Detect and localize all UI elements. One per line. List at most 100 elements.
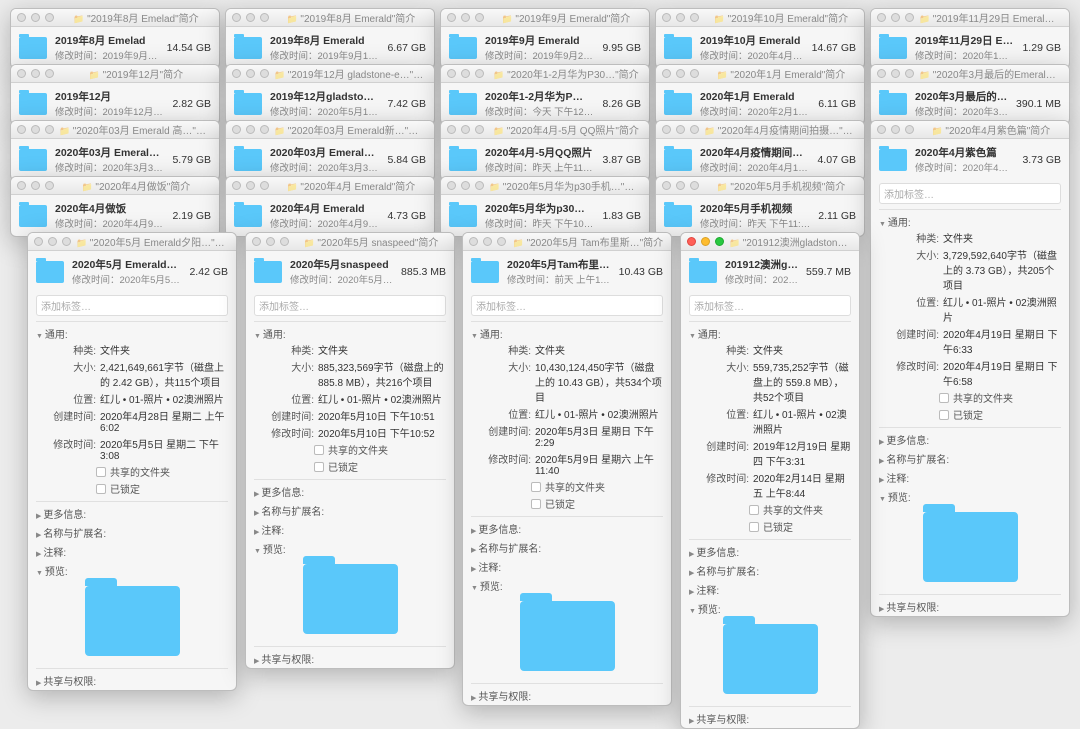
minimize-icon[interactable] bbox=[246, 125, 255, 134]
close-icon[interactable] bbox=[232, 13, 241, 22]
zoom-icon[interactable] bbox=[475, 181, 484, 190]
close-icon[interactable] bbox=[877, 13, 886, 22]
titlebar[interactable]: "2019年9月 Emerald"简介 bbox=[441, 9, 649, 27]
minimize-icon[interactable] bbox=[461, 13, 470, 22]
titlebar[interactable]: "201912澳洲gladstone"… bbox=[681, 233, 859, 251]
titlebar[interactable]: "2019年12月"简介 bbox=[11, 65, 219, 83]
close-icon[interactable] bbox=[687, 237, 696, 246]
minimize-icon[interactable] bbox=[891, 13, 900, 22]
info-window[interactable]: "2020年4月-5月 QQ照片"简介 2020年4月-5月QQ照片 修改时间：… bbox=[440, 120, 650, 181]
shared-checkbox[interactable] bbox=[531, 482, 541, 492]
close-icon[interactable] bbox=[17, 69, 26, 78]
zoom-icon[interactable] bbox=[905, 69, 914, 78]
zoom-icon[interactable] bbox=[280, 237, 289, 246]
close-icon[interactable] bbox=[34, 237, 43, 246]
section-more-info[interactable]: 更多信息: bbox=[471, 521, 663, 536]
info-window[interactable]: "2020年4月紫色篇"简介 2020年4月紫色篇 修改时间：2020年4月19… bbox=[870, 120, 1070, 617]
close-icon[interactable] bbox=[252, 237, 261, 246]
section-name-ext[interactable]: 名称与扩展名: bbox=[689, 563, 851, 578]
section-comments[interactable]: 注释: bbox=[36, 544, 228, 559]
tag-input[interactable]: 添加标签… bbox=[879, 183, 1061, 204]
info-window[interactable]: "201912澳洲gladstone"… 201912澳洲gladstone 修… bbox=[680, 232, 860, 729]
section-sharing[interactable]: 共享与权限: bbox=[254, 651, 446, 666]
zoom-icon[interactable] bbox=[475, 125, 484, 134]
info-window[interactable]: "2020年4月 Emerald"简介 2020年4月 Emerald 修改时间… bbox=[225, 176, 435, 237]
minimize-icon[interactable] bbox=[266, 237, 275, 246]
zoom-icon[interactable] bbox=[45, 69, 54, 78]
zoom-icon[interactable] bbox=[715, 237, 724, 246]
titlebar[interactable]: "2020年4月疫情期间拍摄…"简介 bbox=[656, 121, 864, 139]
section-sharing[interactable]: 共享与权限: bbox=[879, 599, 1061, 614]
info-window[interactable]: "2020年5月 Tam布里斯…"简介 2020年5月Tam布里… 修改时间：前… bbox=[462, 232, 672, 706]
section-name-ext[interactable]: 名称与扩展名: bbox=[36, 525, 228, 540]
section-more-info[interactable]: 更多信息: bbox=[254, 484, 446, 499]
info-window[interactable]: "2020年4月做饭"简介 2020年4月做饭 修改时间：2020年4月9日 下… bbox=[10, 176, 220, 237]
info-window[interactable]: "2019年10月 Emerald"简介 2019年10月 Emerald 修改… bbox=[655, 8, 865, 69]
zoom-icon[interactable] bbox=[260, 181, 269, 190]
info-window[interactable]: "2020年5月 Emerald夕阳…"简介 2020年5月 Emerald… … bbox=[27, 232, 237, 691]
section-general[interactable]: 通用: bbox=[689, 326, 851, 341]
section-comments[interactable]: 注释: bbox=[879, 470, 1061, 485]
section-sharing[interactable]: 共享与权限: bbox=[36, 673, 228, 688]
zoom-icon[interactable] bbox=[45, 13, 54, 22]
section-general[interactable]: 通用: bbox=[254, 326, 446, 341]
section-name-ext[interactable]: 名称与扩展名: bbox=[879, 451, 1061, 466]
zoom-icon[interactable] bbox=[497, 237, 506, 246]
titlebar[interactable]: "2020年4月-5月 QQ照片"简介 bbox=[441, 121, 649, 139]
minimize-icon[interactable] bbox=[461, 69, 470, 78]
section-preview[interactable]: 预览: bbox=[471, 578, 663, 593]
zoom-icon[interactable] bbox=[475, 69, 484, 78]
locked-checkbox[interactable] bbox=[749, 522, 759, 532]
info-window[interactable]: "2020年1月 Emerald"简介 2020年1月 Emerald 修改时间… bbox=[655, 64, 865, 125]
section-sharing[interactable]: 共享与权限: bbox=[471, 688, 663, 703]
close-icon[interactable] bbox=[877, 69, 886, 78]
close-icon[interactable] bbox=[232, 181, 241, 190]
minimize-icon[interactable] bbox=[246, 13, 255, 22]
close-icon[interactable] bbox=[17, 125, 26, 134]
zoom-icon[interactable] bbox=[690, 69, 699, 78]
close-icon[interactable] bbox=[232, 125, 241, 134]
info-window[interactable]: "2020年5月手机视频"简介 2020年5月手机视频 修改时间：昨天 下午11… bbox=[655, 176, 865, 237]
minimize-icon[interactable] bbox=[676, 13, 685, 22]
info-window[interactable]: "2019年12月"简介 2019年12月 修改时间：2019年12月1日 下午… bbox=[10, 64, 220, 125]
section-general[interactable]: 通用: bbox=[36, 326, 228, 341]
minimize-icon[interactable] bbox=[891, 69, 900, 78]
info-window[interactable]: "2019年9月 Emerald"简介 2019年9月 Emerald 修改时间… bbox=[440, 8, 650, 69]
close-icon[interactable] bbox=[447, 181, 456, 190]
zoom-icon[interactable] bbox=[905, 13, 914, 22]
section-preview[interactable]: 预览: bbox=[254, 541, 446, 556]
tag-input[interactable]: 添加标签… bbox=[254, 295, 446, 316]
info-window[interactable]: "2020年3月最后的Emeral…"简介 2020年3月最后的Em… 修改时间… bbox=[870, 64, 1070, 125]
tag-input[interactable]: 添加标签… bbox=[36, 295, 228, 316]
minimize-icon[interactable] bbox=[246, 69, 255, 78]
zoom-icon[interactable] bbox=[260, 125, 269, 134]
section-comments[interactable]: 注释: bbox=[471, 559, 663, 574]
info-window[interactable]: "2019年12月 gladstone-e…"简介 2019年12月gladst… bbox=[225, 64, 435, 125]
titlebar[interactable]: "2020年03月 Emerald 高…"简介 bbox=[11, 121, 219, 139]
minimize-icon[interactable] bbox=[676, 69, 685, 78]
minimize-icon[interactable] bbox=[701, 237, 710, 246]
minimize-icon[interactable] bbox=[246, 181, 255, 190]
minimize-icon[interactable] bbox=[31, 13, 40, 22]
info-window[interactable]: "2019年11月29日 Emeral…"简介 2019年11月29日 Emer… bbox=[870, 8, 1070, 69]
zoom-icon[interactable] bbox=[690, 13, 699, 22]
zoom-icon[interactable] bbox=[260, 69, 269, 78]
minimize-icon[interactable] bbox=[676, 181, 685, 190]
minimize-icon[interactable] bbox=[31, 69, 40, 78]
titlebar[interactable]: "2019年10月 Emerald"简介 bbox=[656, 9, 864, 27]
minimize-icon[interactable] bbox=[461, 125, 470, 134]
section-sharing[interactable]: 共享与权限: bbox=[689, 711, 851, 726]
close-icon[interactable] bbox=[662, 181, 671, 190]
titlebar[interactable]: "2020年5月 Emerald夕阳…"简介 bbox=[28, 233, 236, 251]
zoom-icon[interactable] bbox=[475, 13, 484, 22]
titlebar[interactable]: "2020年5月 snaspeed"简介 bbox=[246, 233, 454, 251]
close-icon[interactable] bbox=[662, 69, 671, 78]
minimize-icon[interactable] bbox=[48, 237, 57, 246]
shared-checkbox[interactable] bbox=[939, 393, 949, 403]
minimize-icon[interactable] bbox=[483, 237, 492, 246]
titlebar[interactable]: "2019年11月29日 Emeral…"简介 bbox=[871, 9, 1069, 27]
titlebar[interactable]: "2020年03月 Emerald新…"简介 bbox=[226, 121, 434, 139]
section-preview[interactable]: 预览: bbox=[689, 601, 851, 616]
locked-checkbox[interactable] bbox=[939, 410, 949, 420]
close-icon[interactable] bbox=[469, 237, 478, 246]
